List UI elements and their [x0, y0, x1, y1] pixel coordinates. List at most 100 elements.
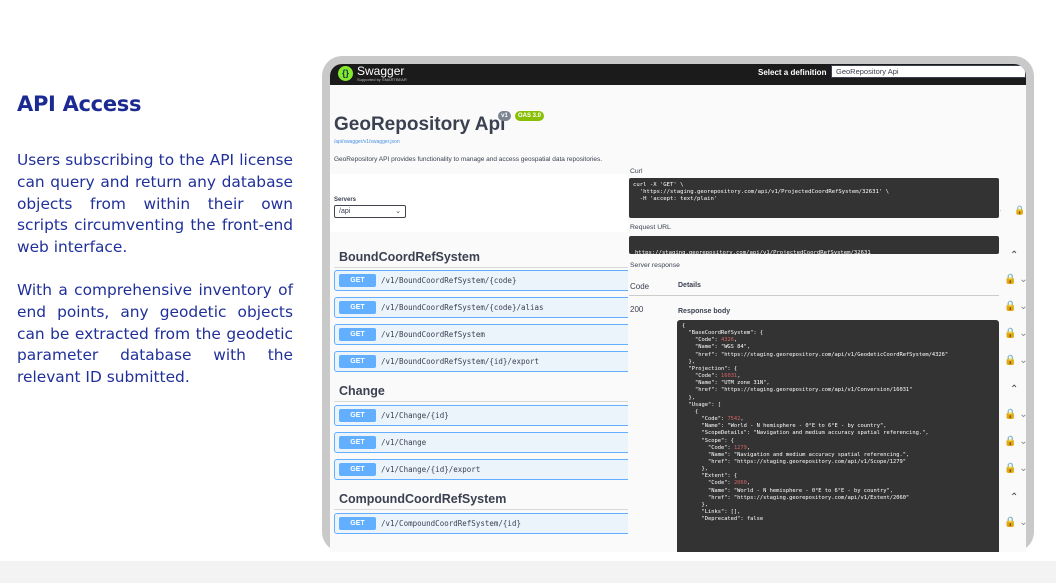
- details-column-header: Details: [678, 282, 701, 289]
- json-line: "Extent": {: [682, 473, 738, 480]
- json-line: "BaseCoordRefSystem": {: [682, 330, 764, 337]
- operation-path: /v1/BoundCoordRefSystem: [381, 330, 485, 339]
- operation-row[interactable]: GET /v1/Change: [334, 432, 634, 453]
- json-line: "Name": "WGS 84",: [682, 344, 751, 351]
- json-line: },: [682, 394, 695, 401]
- method-badge: GET: [339, 436, 376, 449]
- json-line: "Name": "World - N hemisphere - 0°E to 6…: [682, 487, 893, 494]
- json-number: 1279: [733, 444, 747, 451]
- code-column-header: Code: [630, 282, 650, 291]
- lock-chevron-icon[interactable]: 🔒 ⌄: [1004, 328, 1026, 339]
- json-line: "Name": "UTM zone 31N",: [682, 380, 770, 387]
- operation-row[interactable]: GET /v1/Change/{id}: [334, 405, 634, 426]
- operation-path: /v1/Change/{id}/export: [381, 465, 481, 474]
- divider: [629, 295, 999, 296]
- operation-path: /v1/CompoundCoordRefSystem/{id}: [381, 519, 521, 528]
- json-line: "Projection": {: [682, 365, 738, 372]
- operation-path: /v1/BoundCoordRefSystem/{code}: [381, 276, 517, 285]
- method-badge: GET: [339, 463, 376, 476]
- endpoints-paragraph: With a comprehensive inventory of end po…: [17, 280, 293, 387]
- chevron-up-icon[interactable]: ⌃: [1010, 492, 1018, 503]
- definition-select[interactable]: GeoRepository Api: [831, 65, 1026, 78]
- request-url-block[interactable]: https://staging.georepository.com/api/v1…: [629, 236, 999, 256]
- tag-compoundcoordrefsystem[interactable]: CompoundCoordRefSystem: [339, 492, 506, 506]
- method-badge: GET: [339, 274, 376, 287]
- lock-chevron-icon[interactable]: 🔒 ⌄: [1004, 355, 1026, 366]
- swagger-topbar: {} Swagger Supported by SMARTBEAR Select…: [330, 64, 1026, 85]
- servers-value: /api: [339, 208, 351, 215]
- screenshot-frame: {} Swagger Supported by SMARTBEAR Select…: [322, 56, 1034, 552]
- method-badge: GET: [339, 517, 376, 530]
- method-badge: GET: [339, 301, 376, 314]
- json-number: 4326: [720, 337, 734, 344]
- api-description: GeoRepository API provides functionality…: [334, 156, 603, 163]
- response-body-block[interactable]: { "BaseCoordRefSystem": { "Code": 4326, …: [677, 320, 999, 552]
- spec-link[interactable]: /api/swagger/v1/swagger.json: [334, 139, 400, 145]
- json-line: "Code": 2060,: [682, 480, 751, 487]
- request-url: https://staging.georepository.com/api/v1…: [635, 250, 871, 256]
- curl-label: Curl: [630, 168, 643, 175]
- operation-row[interactable]: GET /v1/CompoundCoordRefSystem/{id}: [334, 513, 634, 534]
- operation-row[interactable]: GET /v1/BoundCoordRefSystem/{code}: [334, 270, 634, 291]
- version-badge: v1: [498, 111, 511, 121]
- swagger-logo-text: Swagger: [357, 64, 405, 78]
- intro-paragraph: Users subscribing to the API license can…: [17, 151, 293, 257]
- json-line: "Deprecated": false: [682, 516, 764, 523]
- json-line: "href": "https://staging.georepository.c…: [682, 494, 910, 501]
- json-line: "Scope": {: [682, 437, 734, 444]
- curl-line: 'https://staging.georepository.com/api/v…: [633, 189, 889, 196]
- tag-boundcoordrefsystem[interactable]: BoundCoordRefSystem: [339, 250, 480, 264]
- lock-chevron-icon[interactable]: 🔒 ⌄: [1004, 463, 1026, 474]
- json-line: "Name": "Navigation and medium accuracy …: [682, 451, 910, 458]
- json-number: 16031: [720, 373, 738, 380]
- json-line: },: [682, 501, 708, 508]
- json-line: "Usage": [: [682, 401, 721, 408]
- operation-path: /v1/BoundCoordRefSystem/{id}/export: [381, 357, 540, 366]
- lock-chevron-icon[interactable]: 🔒 ⌄: [1004, 301, 1026, 312]
- tag-change[interactable]: Change: [339, 384, 385, 398]
- method-badge: GET: [339, 328, 376, 341]
- lock-chevron-icon[interactable]: 🔒 ⌄: [1004, 274, 1026, 285]
- request-url-label: Request URL: [630, 224, 671, 231]
- definition-label: Select a definition: [758, 68, 827, 77]
- json-line: "Code": 1279,: [682, 444, 751, 451]
- operation-row[interactable]: GET /v1/BoundCoordRefSystem: [334, 324, 634, 345]
- operation-path: /v1/Change: [381, 438, 427, 447]
- json-line: "href": "https://staging.georepository.c…: [682, 458, 906, 465]
- operation-row[interactable]: GET /v1/Change/{id}/export: [334, 459, 634, 480]
- intro-column: API Access Users subscribing to the API …: [17, 92, 293, 389]
- json-line: "Name": "World - N hemisphere - 0°E to 6…: [682, 423, 887, 430]
- oas-badge: OAS 3.0: [515, 111, 544, 121]
- lock-chevron-icon[interactable]: 🔒 ⌄: [1004, 517, 1026, 528]
- json-line: "ScopeDetails": "Navigation and medium a…: [682, 430, 929, 437]
- json-line: {: [682, 408, 699, 415]
- servers-select[interactable]: /api ⌄: [334, 205, 406, 218]
- authorize-lock-icon[interactable]: 🔒: [1014, 205, 1025, 216]
- json-line: "Code": 7542,: [682, 416, 744, 423]
- curl-line: -H 'accept: text/plain': [633, 196, 718, 203]
- response-pane: Curl curl -X 'GET' \ 'https://staging.ge…: [628, 166, 1000, 552]
- footer-band: [0, 561, 1056, 583]
- operation-row[interactable]: GET /v1/BoundCoordRefSystem/{code}/alias: [334, 297, 634, 318]
- swagger-logo-subtext: Supported by SMARTBEAR: [357, 77, 407, 82]
- json-number: 7542: [727, 416, 741, 423]
- operation-path: /v1/BoundCoordRefSystem/{code}/alias: [381, 303, 544, 312]
- response-body-label: Response body: [678, 308, 731, 315]
- chevron-down-icon: ⌄: [395, 208, 401, 215]
- api-title: GeoRepository Api: [334, 114, 506, 135]
- operation-row[interactable]: GET /v1/BoundCoordRefSystem/{id}/export: [334, 351, 634, 372]
- lock-chevron-icon[interactable]: 🔒 ⌄: [1004, 436, 1026, 447]
- json-line: "href": "https://staging.georepository.c…: [682, 387, 913, 394]
- json-line: },: [682, 358, 695, 365]
- status-code: 200: [630, 305, 644, 314]
- lock-chevron-icon[interactable]: 🔒 ⌄: [1004, 409, 1026, 420]
- chevron-up-icon[interactable]: ⌃: [1010, 384, 1018, 395]
- json-number: 2060: [733, 480, 747, 487]
- method-badge: GET: [339, 409, 376, 422]
- json-line: "Links": [],: [682, 509, 741, 516]
- operation-path: /v1/Change/{id}: [381, 411, 449, 420]
- chevron-up-icon[interactable]: ⌃: [1010, 250, 1018, 261]
- server-response-label: Server response: [630, 262, 680, 269]
- method-badge: GET: [339, 355, 376, 368]
- curl-code-block[interactable]: curl -X 'GET' \ 'https://staging.georepo…: [629, 178, 999, 218]
